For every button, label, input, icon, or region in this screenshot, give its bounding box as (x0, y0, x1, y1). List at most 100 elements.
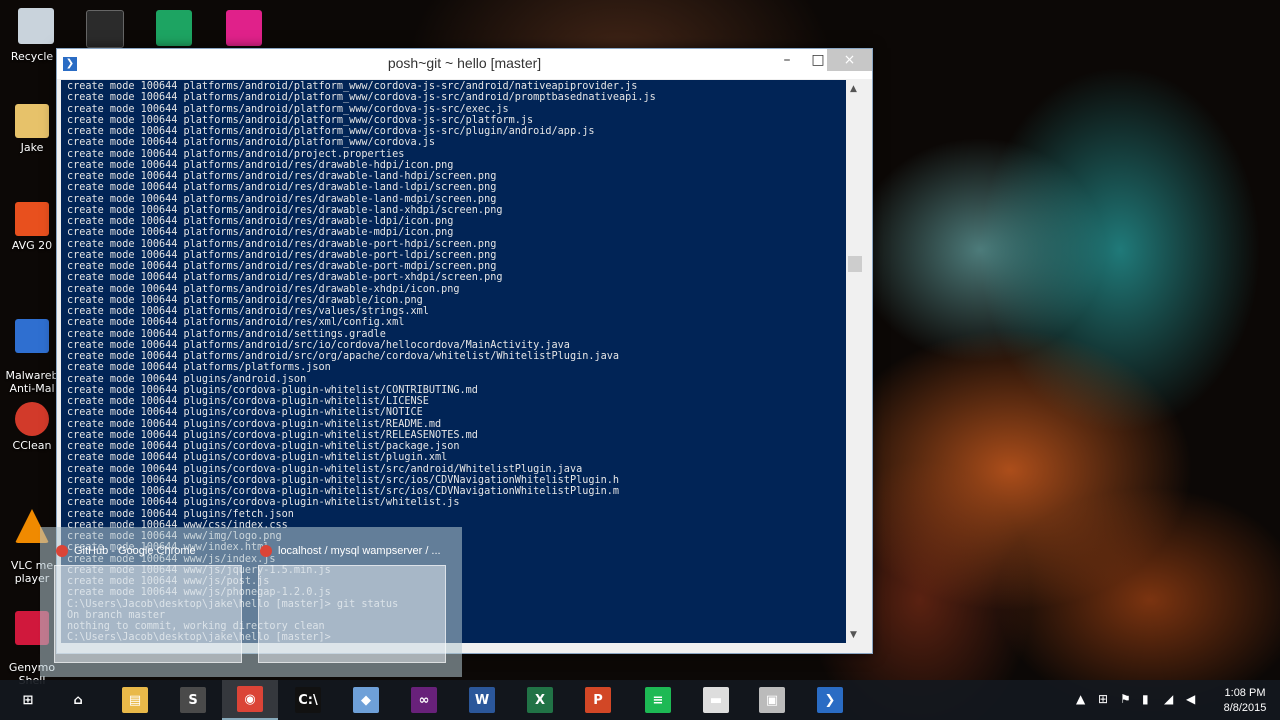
start-icon: ⊞ (22, 692, 34, 708)
console-line: create mode 100644 platforms/android/pla… (67, 81, 638, 92)
console-line: create mode 100644 platforms/android/pla… (67, 103, 509, 115)
console-line: create mode 100644 plugins/cordova-plugi… (67, 441, 460, 452)
recycle-bin-icon[interactable] (18, 8, 54, 44)
word-icon: W (469, 687, 495, 713)
taskbar-start[interactable]: ⊞ (0, 680, 56, 720)
console-line: create mode 100644 platforms/android/res… (67, 306, 429, 317)
console-line: create mode 100644 plugins/fetch.json (67, 508, 294, 520)
desktop-icon-label: CClean (12, 439, 52, 452)
taskbar-file-explorer[interactable]: ▤ (107, 680, 163, 720)
system-tray: ▲ ⊞ ⚑ ▮ ◢ ◀ (1070, 680, 1210, 720)
windows-icon[interactable]: ⊞ (1098, 692, 1108, 706)
desktop-icon-avg[interactable]: AVG 20 (4, 202, 60, 252)
desktop-icon-recycle[interactable]: Recycle (4, 50, 60, 63)
taskbar-cmd[interactable]: C:\ (280, 680, 336, 720)
battery-icon[interactable]: ▮ (1142, 692, 1149, 706)
preview-chrome-localhost[interactable]: localhost / mysql wampserver / ... (258, 541, 446, 663)
taskbar-visual-studio[interactable]: ∞ (396, 680, 452, 720)
scroll-down-icon[interactable]: ▼ (850, 630, 857, 640)
scroll-thumb[interactable] (848, 256, 862, 272)
desktop-icon-label: Jake (20, 141, 44, 154)
clock-date: 8/8/2015 (1223, 702, 1267, 714)
close-button[interactable]: × (827, 49, 872, 71)
console-line: create mode 100644 platforms/android/res… (67, 204, 503, 216)
cmd-icon: C:\ (295, 687, 321, 713)
console-line: create mode 100644 platforms/android/pla… (67, 137, 436, 149)
sheets-desktop-icon[interactable] (156, 10, 192, 46)
console-line: create mode 100644 plugins/cordova-plugi… (67, 407, 423, 419)
console-line: create mode 100644 platforms/android/res… (67, 283, 460, 295)
console-line: create mode 100644 platforms/android/res… (67, 227, 454, 239)
window-preview-overlay: GitHub - Google Chrome localhost / mysql… (40, 527, 462, 677)
console-line: create mode 100644 platforms/platforms.j… (67, 362, 331, 374)
file-explorer-icon: ▤ (122, 687, 148, 713)
network-icon[interactable]: ◢ (1164, 692, 1173, 706)
console-line: create mode 100644 plugins/cordova-plugi… (67, 418, 442, 430)
desktop-icon-malwarebytes[interactable]: Malwareb Anti-Mal (4, 306, 60, 395)
console-line: create mode 100644 plugins/cordova-plugi… (67, 429, 478, 441)
console-line: create mode 100644 platforms/android/pla… (67, 114, 534, 126)
desktop-icon-ccleaner[interactable]: CClean (4, 402, 60, 452)
console-line: create mode 100644 platforms/android/res… (67, 193, 497, 205)
console-line: create mode 100644 platforms/android/res… (67, 294, 423, 306)
desktop-icon-label: Malwareb Anti-Mal (5, 369, 59, 395)
console-line: create mode 100644 plugins/cordova-plugi… (67, 463, 583, 475)
clock-time: 1:08 PM (1224, 687, 1266, 699)
console-line: create mode 100644 plugins/cordova-plugi… (67, 384, 478, 396)
taskbar: ⊞ ⌂ ▤ S ◉ C:\ ◆ ∞ W X P ≡ ▬ ▣ ❯ ▲ ⊞ ⚑ ▮ ◢ ◀ 1:08 PM 8/… (0, 680, 1280, 720)
taskbar-chrome[interactable]: ◉ (222, 680, 278, 720)
terminal-desktop-icon[interactable] (86, 10, 124, 48)
console-line: create mode 100644 platforms/android/res… (67, 317, 405, 329)
scroll-up-icon[interactable]: ▲ (850, 84, 857, 94)
flag-icon[interactable]: ⚑ (1120, 692, 1131, 706)
taskbar-powerpoint[interactable]: P (570, 680, 626, 720)
console-line: create mode 100644 plugins/cordova-plugi… (67, 452, 448, 464)
app-white-icon: ▬ (703, 687, 729, 713)
console-line: create mode 100644 platforms/android/res… (67, 238, 497, 250)
app-desktop-icon[interactable] (226, 10, 262, 46)
taskbar-spotify[interactable]: ≡ (630, 680, 686, 720)
taskbar-sublime[interactable]: S (165, 680, 221, 720)
console-line: create mode 100644 platforms/android/res… (67, 182, 497, 194)
taskbar-word[interactable]: W (454, 680, 510, 720)
home-icon: ⌂ (73, 692, 83, 708)
folder-icon (15, 104, 49, 138)
console-line: create mode 100644 platforms/android/res… (67, 261, 497, 272)
console-line: create mode 100644 platforms/android/src… (67, 339, 570, 351)
console-line: create mode 100644 platforms/android/src… (67, 351, 620, 362)
console-line: create mode 100644 platforms/android/pro… (67, 148, 405, 160)
chrome-icon (56, 545, 68, 557)
app-grey-icon: ▣ (759, 687, 785, 713)
console-line: create mode 100644 platforms/android/pla… (67, 92, 656, 104)
console-line: create mode 100644 platforms/android/res… (67, 249, 497, 261)
minimize-button[interactable]: – (772, 49, 802, 71)
taskbar-powershell[interactable]: ❯ (802, 680, 858, 720)
taskbar-excel[interactable]: X (512, 680, 568, 720)
console-line: create mode 100644 platforms/android/set… (67, 328, 386, 340)
window-title: posh~git ~ hello [master] (387, 55, 542, 71)
show-hidden-icon[interactable]: ▲ (1076, 692, 1085, 706)
taskbar-home[interactable]: ⌂ (50, 680, 106, 720)
console-line: create mode 100644 platforms/android/res… (67, 272, 503, 284)
ccleaner-icon (15, 402, 49, 436)
preview-thumbnail (54, 565, 242, 663)
console-line: create mode 100644 platforms/android/pla… (67, 126, 595, 137)
volume-icon[interactable]: ◀ (1186, 692, 1195, 706)
console-line: create mode 100644 plugins/cordova-plugi… (67, 474, 620, 486)
desktop-icon-label: AVG 20 (11, 239, 53, 252)
taskbar-app-white[interactable]: ▬ (688, 680, 744, 720)
visual-studio-icon: ∞ (411, 687, 437, 713)
clock[interactable]: 1:08 PM 8/8/2015 (1214, 686, 1276, 716)
preview-label: localhost / mysql wampserver / ... (278, 545, 441, 557)
preview-chrome-github[interactable]: GitHub - Google Chrome (54, 541, 242, 663)
powershell-icon: ❯ (817, 687, 843, 713)
console-line: create mode 100644 plugins/cordova-plugi… (67, 497, 460, 509)
vertical-scrollbar[interactable]: ▲ ▼ (846, 80, 864, 643)
excel-icon: X (527, 687, 553, 713)
taskbar-virtualbox[interactable]: ◆ (338, 680, 394, 720)
window-titlebar[interactable]: ❯ posh~git ~ hello [master] – □ × (57, 49, 872, 79)
console-line: create mode 100644 platforms/android/res… (67, 171, 497, 182)
chrome-icon: ◉ (237, 686, 263, 712)
desktop-icon-jake[interactable]: Jake (4, 104, 60, 154)
taskbar-app-grey[interactable]: ▣ (744, 680, 800, 720)
